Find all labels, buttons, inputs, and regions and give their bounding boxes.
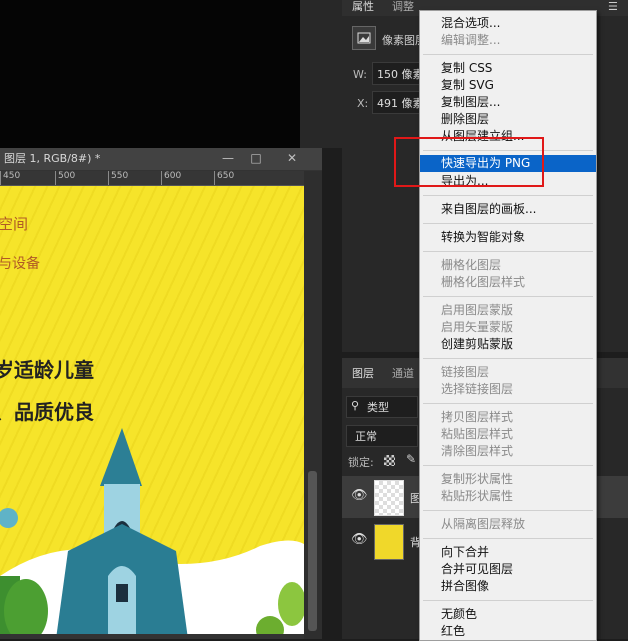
menu-item-flatten-image[interactable]: 拼合图像 bbox=[420, 578, 596, 595]
horizontal-ruler: 450 500 550 600 650 bbox=[0, 171, 304, 186]
width-value: 150 像素 bbox=[377, 68, 424, 81]
menu-separator bbox=[423, 54, 593, 55]
layer-thumbnail bbox=[374, 480, 404, 516]
menu-item-copy-svg[interactable]: 复制 SVG bbox=[420, 77, 596, 94]
canvas-text: 岁适龄儿童 bbox=[0, 358, 94, 382]
scrollbar-thumb[interactable] bbox=[308, 471, 317, 631]
menu-separator bbox=[423, 223, 593, 224]
visibility-eye-icon[interactable]: 👁 bbox=[351, 532, 368, 547]
menu-separator bbox=[423, 358, 593, 359]
menu-item-paste-layer-style[interactable]: 粘贴图层样式 bbox=[420, 426, 596, 443]
canvas-text: 与设备 bbox=[0, 256, 40, 272]
layer-thumbnail bbox=[374, 524, 404, 560]
menu-item-merge-down[interactable]: 向下合并 bbox=[420, 544, 596, 561]
menu-item-enable-layer-mask[interactable]: 启用图层蒙版 bbox=[420, 302, 596, 319]
menu-item-rasterize-layer[interactable]: 栅格化图层 bbox=[420, 257, 596, 274]
menu-item-artboard-from-layers[interactable]: 来自图层的画板... bbox=[420, 201, 596, 218]
ruler-tick: 450 bbox=[0, 171, 20, 185]
panel-gap bbox=[300, 0, 342, 148]
menu-separator bbox=[423, 465, 593, 466]
canvas-text: 空间 bbox=[0, 215, 29, 233]
menu-item-enable-vector-mask[interactable]: 启用矢量蒙版 bbox=[420, 319, 596, 336]
tab-channels[interactable]: 通道 bbox=[392, 367, 414, 383]
menu-item-copy-shape-attributes[interactable]: 复制形状属性 bbox=[420, 471, 596, 488]
menu-item-convert-smart-object[interactable]: 转换为智能对象 bbox=[420, 229, 596, 246]
castle-illustration bbox=[0, 428, 304, 639]
blend-mode-select[interactable]: 正常 bbox=[346, 425, 418, 447]
lock-paint-icon[interactable]: ✎ bbox=[406, 452, 416, 466]
menu-item-link-layers[interactable]: 链接图层 bbox=[420, 364, 596, 381]
annotation-highlight-box bbox=[394, 137, 544, 187]
menu-item-clear-layer-style[interactable]: 清除图层样式 bbox=[420, 443, 596, 460]
menu-item-release-isolation[interactable]: 从隔离图层释放 bbox=[420, 516, 596, 533]
menu-separator bbox=[423, 296, 593, 297]
filter-type-value: 类型 bbox=[367, 401, 389, 414]
canvas-pasteboard bbox=[0, 0, 300, 148]
lock-label: 锁定: bbox=[348, 456, 374, 469]
menu-separator bbox=[423, 195, 593, 196]
menu-separator bbox=[423, 538, 593, 539]
canvas-text: 、品质优良 bbox=[0, 400, 94, 424]
tab-properties[interactable]: 属性 bbox=[352, 0, 374, 16]
menu-item-rasterize-layer-style[interactable]: 栅格化图层样式 bbox=[420, 274, 596, 291]
maximize-icon[interactable]: □ bbox=[244, 150, 268, 166]
menu-item-copy-layer-style[interactable]: 拷贝图层样式 bbox=[420, 409, 596, 426]
menu-item-duplicate-layer[interactable]: 复制图层... bbox=[420, 94, 596, 111]
menu-separator bbox=[423, 600, 593, 601]
menu-separator bbox=[423, 251, 593, 252]
menu-item-merge-visible[interactable]: 合并可见图层 bbox=[420, 561, 596, 578]
document-window: 图层 1, RGB/8#) * — □ ✕ 450 500 550 600 65… bbox=[0, 148, 322, 639]
pixel-layer-icon bbox=[352, 26, 376, 50]
tab-adjustments[interactable]: 调整 bbox=[392, 0, 414, 16]
menu-item-no-color[interactable]: 无颜色 bbox=[420, 606, 596, 623]
layer-filter-field[interactable]: ⚲ 类型 bbox=[346, 396, 418, 418]
menu-item-paste-shape-attributes[interactable]: 粘贴形状属性 bbox=[420, 488, 596, 505]
menu-item-red[interactable]: 红色 bbox=[420, 623, 596, 640]
ruler-tick: 650 bbox=[214, 171, 234, 185]
menu-item-edit-adjustment[interactable]: 编辑调整... bbox=[420, 32, 596, 49]
document-canvas[interactable]: 空间 与设备 岁适龄儿童 、品质优良 bbox=[0, 186, 304, 639]
ruler-tick: 550 bbox=[108, 171, 128, 185]
vertical-scrollbar[interactable] bbox=[304, 171, 322, 639]
minimize-icon[interactable]: — bbox=[216, 150, 240, 166]
menu-item-select-linked-layers[interactable]: 选择链接图层 bbox=[420, 381, 596, 398]
lock-transparency-icon[interactable] bbox=[384, 455, 395, 466]
tab-layers[interactable]: 图层 bbox=[352, 367, 374, 383]
document-title: 图层 1, RGB/8#) * bbox=[4, 152, 101, 165]
blend-mode-value: 正常 bbox=[355, 430, 377, 443]
document-title-bar[interactable]: 图层 1, RGB/8#) * — □ ✕ bbox=[0, 148, 322, 171]
x-value: 491 像素 bbox=[377, 97, 424, 110]
ruler-tick: 500 bbox=[55, 171, 75, 185]
menu-item-copy-css[interactable]: 复制 CSS bbox=[420, 60, 596, 77]
search-icon: ⚲ bbox=[351, 399, 360, 412]
layer-context-menu: 混合选项... 编辑调整... 复制 CSS 复制 SVG 复制图层... 删除… bbox=[419, 10, 597, 641]
menu-item-delete-layer[interactable]: 删除图层 bbox=[420, 111, 596, 128]
menu-separator bbox=[423, 403, 593, 404]
menu-separator bbox=[423, 510, 593, 511]
menu-item-blending-options[interactable]: 混合选项... bbox=[420, 15, 596, 32]
panel-menu-icon[interactable]: ☰ bbox=[608, 0, 618, 16]
width-label: W: bbox=[353, 68, 367, 81]
x-label: X: bbox=[357, 97, 369, 110]
close-icon[interactable]: ✕ bbox=[280, 150, 304, 166]
visibility-eye-icon[interactable]: 👁 bbox=[351, 488, 368, 503]
ruler-tick: 600 bbox=[161, 171, 181, 185]
menu-item-create-clipping-mask[interactable]: 创建剪贴蒙版 bbox=[420, 336, 596, 353]
